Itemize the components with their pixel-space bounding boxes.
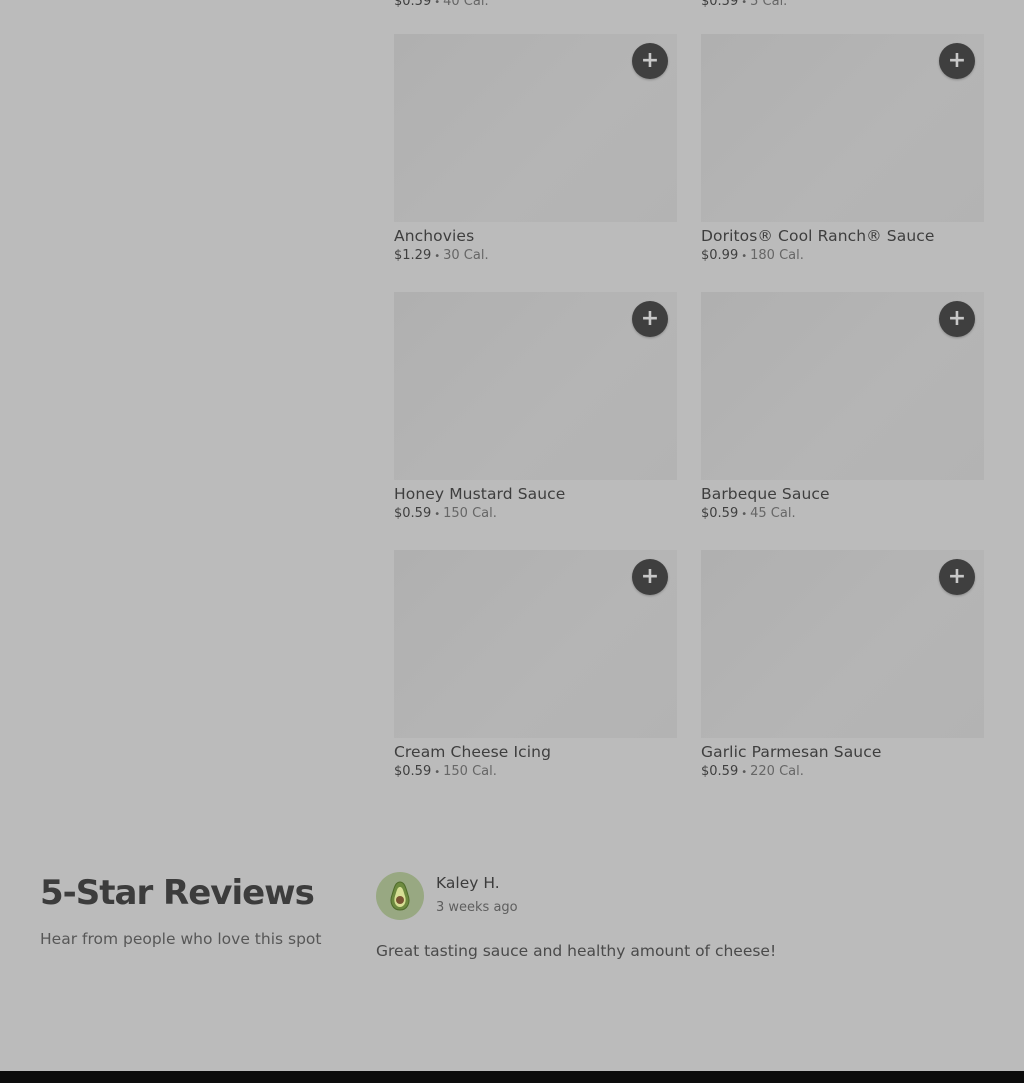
item-calories: 30 Cal.: [443, 248, 489, 263]
item-meta: $0.99 • 180 Cal.: [701, 248, 984, 263]
item-calories: 220 Cal.: [750, 764, 804, 779]
item-name[interactable]: Cream Cheese Icing: [394, 743, 677, 761]
item-image[interactable]: +: [394, 34, 677, 222]
item-price: $0.59: [394, 764, 432, 779]
item-meta: $0.59 • 220 Cal.: [701, 764, 984, 779]
separator-dot: •: [434, 509, 441, 520]
add-item-button[interactable]: +: [632, 559, 668, 595]
menu-item-cream-cheese-icing[interactable]: + Cream Cheese Icing $0.59 • 150 Cal.: [394, 550, 677, 779]
review-date: 3 weeks ago: [436, 900, 518, 915]
item-name[interactable]: Barbeque Sauce: [701, 485, 984, 503]
item-name[interactable]: Garlic Parmesan Sauce: [701, 743, 984, 761]
plus-icon: +: [947, 306, 967, 331]
menu-item-barbeque-sauce[interactable]: + Barbeque Sauce $0.59 • 45 Cal.: [701, 292, 984, 521]
add-item-button[interactable]: +: [939, 559, 975, 595]
plus-icon: +: [640, 564, 660, 589]
plus-icon: +: [947, 564, 967, 589]
item-calories: 150 Cal.: [443, 506, 497, 521]
item-calories: 5 Cal.: [750, 0, 788, 9]
add-item-button[interactable]: +: [632, 43, 668, 79]
item-meta: $0.59 • 45 Cal.: [701, 506, 984, 521]
add-item-button[interactable]: +: [632, 301, 668, 337]
item-meta: $1.29 • 30 Cal.: [394, 248, 677, 263]
separator-dot: •: [741, 251, 748, 262]
separator-dot: •: [741, 0, 748, 8]
reviews-heading: 5-Star Reviews: [40, 873, 315, 913]
top-item-meta-right: $0.59 • 5 Cal.: [701, 0, 787, 9]
item-name[interactable]: Honey Mustard Sauce: [394, 485, 677, 503]
item-name[interactable]: Doritos® Cool Ranch® Sauce: [701, 227, 984, 245]
item-image[interactable]: +: [701, 550, 984, 738]
item-price: $0.99: [701, 248, 739, 263]
add-item-button[interactable]: +: [939, 43, 975, 79]
item-image[interactable]: +: [394, 292, 677, 480]
item-price: $0.59: [394, 0, 432, 9]
item-meta: $0.59 • 150 Cal.: [394, 506, 677, 521]
avocado-icon: [390, 881, 410, 911]
separator-dot: •: [434, 767, 441, 778]
item-meta: $0.59 • 150 Cal.: [394, 764, 677, 779]
footer-bar: [0, 1071, 1024, 1083]
item-image[interactable]: +: [394, 550, 677, 738]
item-price: $1.29: [394, 248, 432, 263]
item-calories: 40 Cal.: [443, 0, 489, 9]
item-price: $0.59: [701, 764, 739, 779]
plus-icon: +: [640, 48, 660, 73]
item-calories: 150 Cal.: [443, 764, 497, 779]
item-calories: 45 Cal.: [750, 506, 796, 521]
menu-item-doritos-sauce[interactable]: + Doritos® Cool Ranch® Sauce $0.99 • 180 C…: [701, 34, 984, 263]
reviewer-avatar: [376, 872, 424, 920]
item-image[interactable]: +: [701, 292, 984, 480]
item-image[interactable]: +: [701, 34, 984, 222]
item-name[interactable]: Anchovies: [394, 227, 677, 245]
plus-icon: +: [947, 48, 967, 73]
item-calories: 180 Cal.: [750, 248, 804, 263]
plus-icon: +: [640, 306, 660, 331]
separator-dot: •: [741, 767, 748, 778]
separator-dot: •: [434, 0, 441, 8]
item-price: $0.59: [394, 506, 432, 521]
separator-dot: •: [741, 509, 748, 520]
top-item-meta-left: $0.59 • 40 Cal.: [394, 0, 489, 9]
reviewer-name: Kaley H.: [436, 874, 500, 892]
item-price: $0.59: [701, 506, 739, 521]
menu-item-garlic-parmesan[interactable]: + Garlic Parmesan Sauce $0.59 • 220 Cal.: [701, 550, 984, 779]
item-price: $0.59: [701, 0, 739, 9]
menu-item-anchovies[interactable]: + Anchovies $1.29 • 30 Cal.: [394, 34, 677, 263]
reviews-subtitle: Hear from people who love this spot: [40, 930, 322, 948]
review-text: Great tasting sauce and healthy amount o…: [376, 942, 777, 960]
add-item-button[interactable]: +: [939, 301, 975, 337]
menu-item-honey-mustard[interactable]: + Honey Mustard Sauce $0.59 • 150 Cal.: [394, 292, 677, 521]
separator-dot: •: [434, 251, 441, 262]
